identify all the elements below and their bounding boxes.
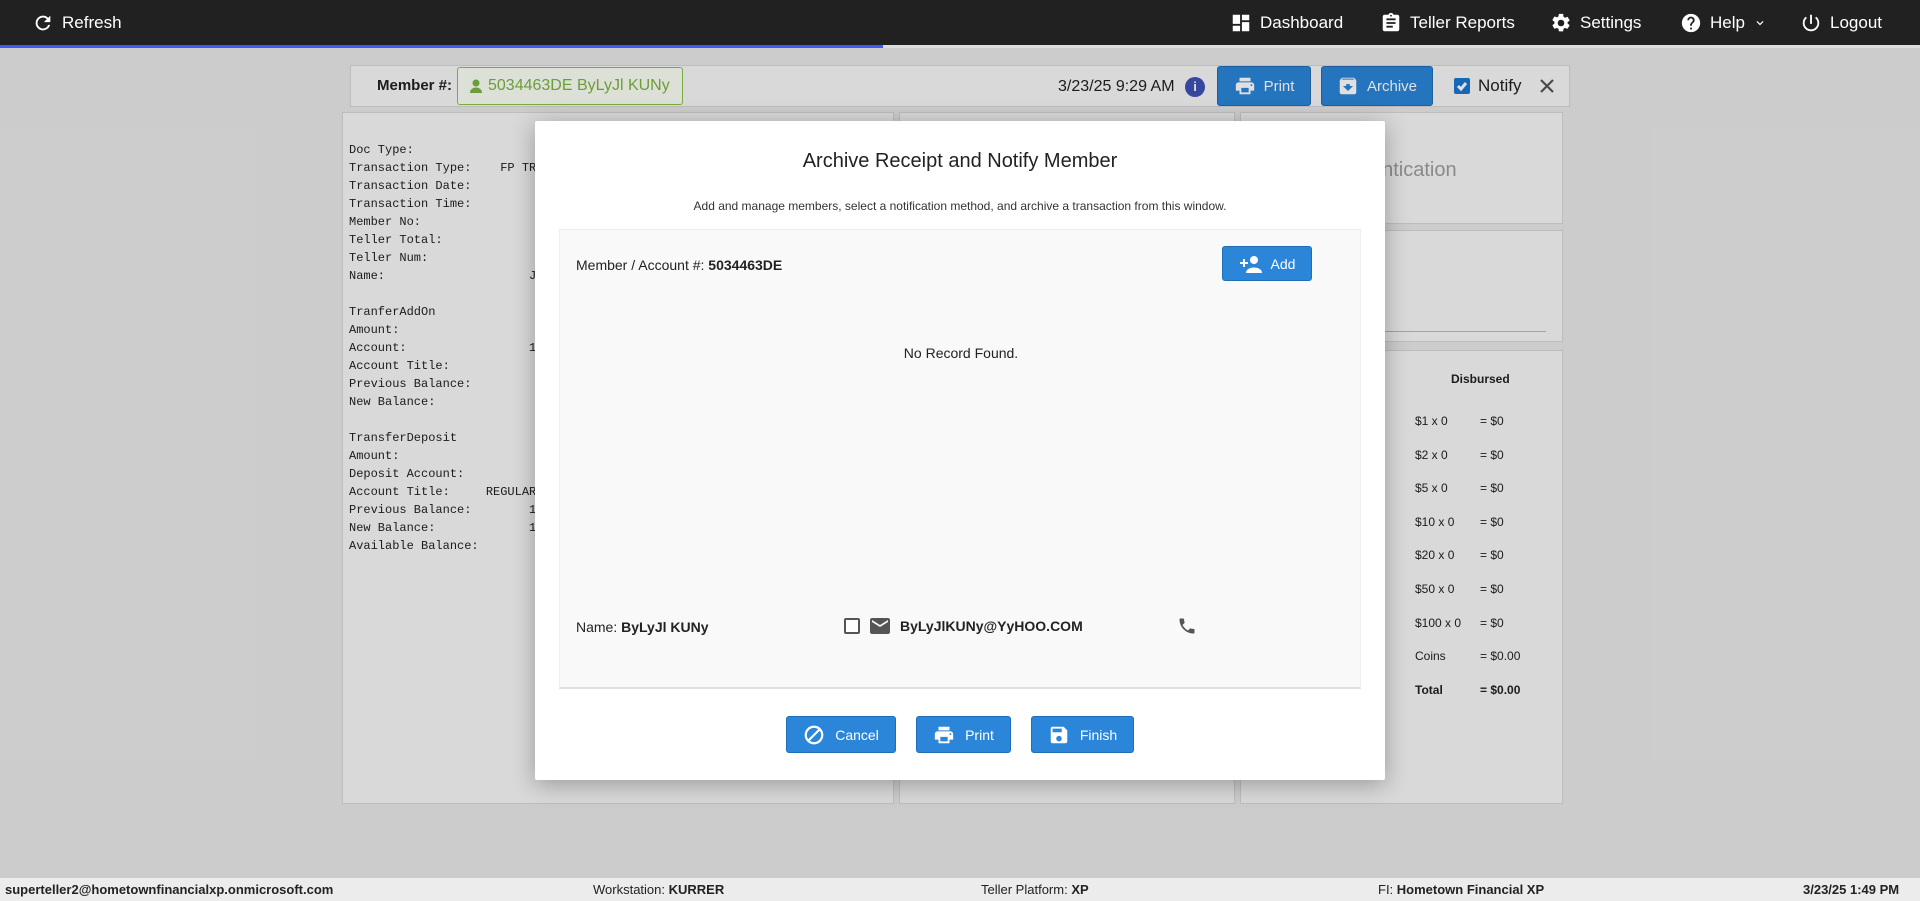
save-icon [1050, 726, 1068, 743]
cancel-label: Cancel [835, 726, 879, 743]
add-member-button[interactable]: Add [1222, 246, 1312, 281]
nav-dashboard[interactable]: Dashboard [1230, 0, 1343, 45]
top-nav-bar: Refresh Dashboard Teller Reports Setting… [0, 0, 1920, 48]
name-value: ByLyJl KUNy [621, 619, 709, 635]
email-value: ByLyJlKUNy@YyHOO.COM [900, 618, 1083, 634]
nav-teller-reports[interactable]: Teller Reports [1380, 0, 1515, 45]
add-person-icon [1239, 255, 1262, 273]
footer-workstation: Workstation: KURRER [593, 882, 724, 897]
dialog-title: Archive Receipt and Notify Member [802, 150, 1118, 172]
dashboard-icon [1232, 14, 1250, 31]
footer-fi: FI: Hometown Financial XP [1378, 882, 1544, 897]
help-label: Help [1710, 12, 1745, 32]
email-option: ByLyJlKUNy@YyHOO.COM [844, 616, 1083, 636]
refresh-button[interactable]: Refresh [32, 0, 122, 45]
envelope-icon [870, 618, 890, 634]
dialog-print-button[interactable]: Print [916, 716, 1011, 753]
nav-settings[interactable]: Settings [1550, 0, 1641, 45]
workstation-label: Workstation: [593, 882, 669, 897]
settings-label: Settings [1580, 12, 1642, 32]
logout-label: Logout [1830, 12, 1882, 32]
add-label: Add [1270, 255, 1296, 272]
cancel-button[interactable]: Cancel [786, 716, 896, 753]
name-label: Name: [576, 619, 622, 635]
member-list-panel: Member / Account #: 5034463DE Add No Rec… [559, 229, 1361, 689]
footer-platform: Teller Platform: XP [981, 882, 1089, 897]
footer-datetime: 3/23/25 1:49 PM [1803, 882, 1900, 897]
workstation-value: KURRER [668, 882, 725, 897]
account-line: Member / Account #: 5034463DE [576, 257, 782, 273]
account-number: 5034463DE [708, 257, 783, 273]
dashboard-label: Dashboard [1260, 12, 1344, 32]
dialog-print-label: Print [965, 726, 994, 743]
chevron-down-icon [1756, 20, 1764, 25]
email-checkbox[interactable] [844, 618, 860, 634]
footer-user: superteller2@hometownfinancialxp.onmicro… [5, 882, 334, 897]
clipboard-icon [1382, 12, 1400, 31]
teller-reports-label: Teller Reports [1410, 12, 1515, 32]
fi-label: FI: [1378, 882, 1397, 897]
dialog-subtitle: Add and manage members, select a notific… [693, 199, 1227, 213]
printer-icon [934, 726, 954, 743]
finish-label: Finish [1079, 726, 1118, 743]
platform-label: Teller Platform: [981, 882, 1072, 897]
platform-value: XP [1071, 882, 1089, 897]
nav-logout[interactable]: Logout [1800, 0, 1882, 45]
phone-icon[interactable] [1177, 616, 1197, 636]
member-name-line: Name: ByLyJl KUNy [576, 619, 709, 635]
refresh-icon [35, 15, 51, 30]
finish-button[interactable]: Finish [1031, 716, 1134, 753]
power-icon [1802, 14, 1820, 31]
account-label: Member / Account #: [576, 257, 709, 273]
no-record-message: No Record Found. [903, 345, 1019, 361]
gear-icon [1552, 13, 1570, 31]
fi-value: Hometown Financial XP [1396, 882, 1545, 897]
archive-notify-dialog: Archive Receipt and Notify Member Add an… [535, 121, 1385, 780]
status-footer: superteller2@hometownfinancialxp.onmicro… [0, 878, 1920, 901]
cancel-icon [804, 725, 824, 744]
nav-help[interactable]: Help [1680, 0, 1767, 45]
refresh-label: Refresh [62, 12, 122, 32]
help-icon [1681, 13, 1701, 32]
